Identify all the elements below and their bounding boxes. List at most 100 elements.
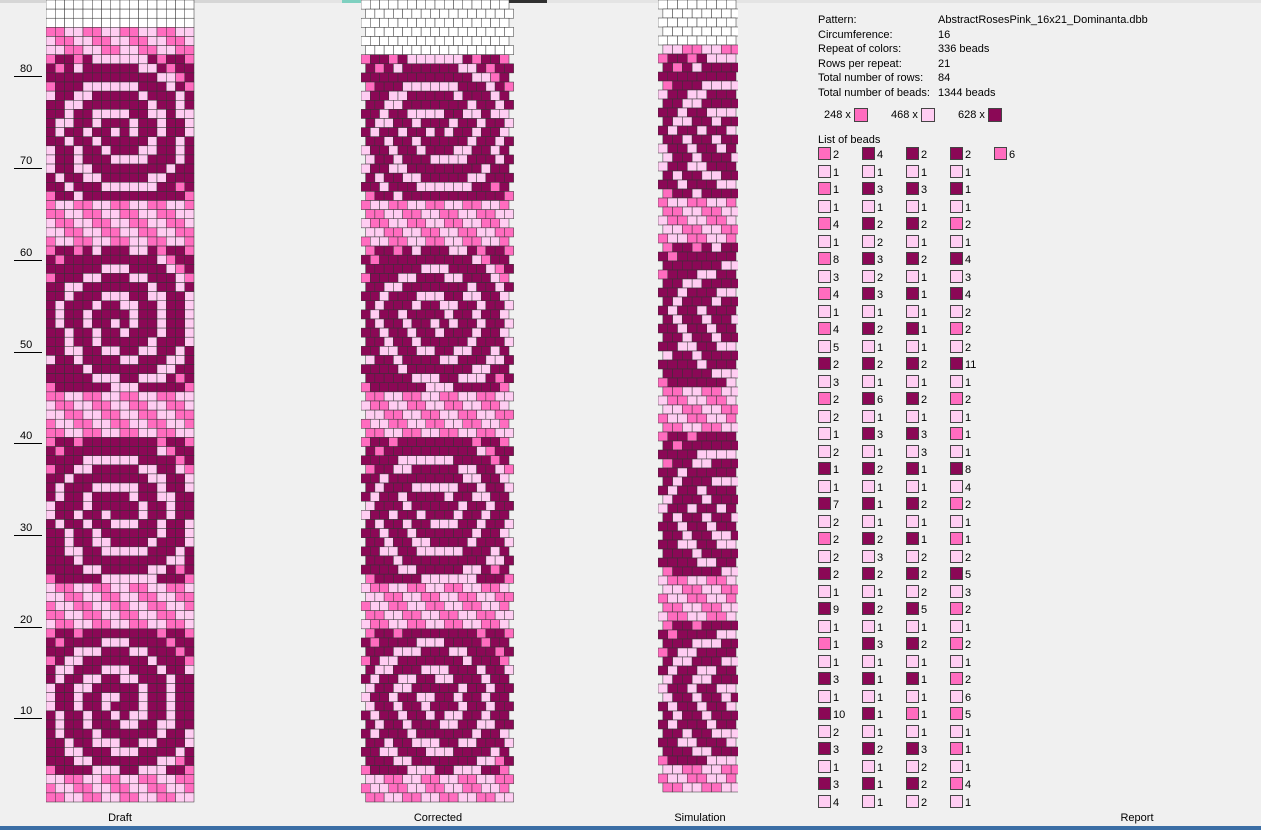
bead-cell bbox=[175, 491, 185, 502]
bead-cell bbox=[166, 191, 176, 201]
bead-cell bbox=[658, 143, 668, 154]
bead-cell bbox=[156, 373, 167, 384]
bead-cell bbox=[439, 336, 450, 347]
bead-cell bbox=[448, 610, 459, 620]
bead-cell bbox=[701, 620, 712, 631]
bead-cell bbox=[494, 482, 505, 493]
bead-cell bbox=[476, 191, 487, 201]
bead-cell bbox=[184, 209, 195, 219]
bead-cell bbox=[92, 218, 102, 229]
bead-cell bbox=[110, 674, 121, 684]
bead-cell bbox=[184, 364, 195, 374]
corrected-grid[interactable] bbox=[361, 0, 521, 812]
bead-list-entry: 1 bbox=[862, 690, 883, 705]
bead-cell bbox=[397, 182, 408, 192]
bead-cell bbox=[721, 692, 732, 703]
bead-cell bbox=[101, 437, 111, 447]
bead-cell bbox=[494, 81, 505, 92]
bead-cell bbox=[82, 747, 93, 757]
bead-cell bbox=[119, 528, 130, 538]
bead-list-entry: 1 bbox=[906, 305, 927, 320]
bead-cell bbox=[110, 519, 121, 529]
bead-cell bbox=[453, 564, 463, 575]
bead-cell bbox=[444, 17, 454, 28]
bead-cell bbox=[119, 655, 130, 666]
bead-cell bbox=[101, 282, 111, 292]
bead-cell bbox=[696, 125, 707, 136]
bead-swatch bbox=[862, 672, 875, 685]
bead-cell bbox=[147, 245, 158, 256]
bead-cell bbox=[82, 783, 93, 794]
bead-count: 3 bbox=[877, 289, 884, 301]
bead-cell bbox=[379, 674, 389, 684]
bead-cell bbox=[166, 737, 176, 748]
bead-cell bbox=[101, 145, 111, 156]
bead-cell bbox=[701, 692, 712, 703]
bead-list-entry: 2 bbox=[906, 392, 927, 407]
bead-cell bbox=[379, 309, 389, 320]
bead-cell bbox=[416, 109, 426, 119]
bead-cell bbox=[82, 63, 93, 74]
bead-cell bbox=[129, 90, 139, 101]
bead-cell bbox=[691, 170, 703, 181]
bead-cell bbox=[504, 336, 514, 347]
bead-cell bbox=[166, 336, 176, 347]
bead-count: 1 bbox=[877, 692, 884, 704]
bead-cell bbox=[64, 546, 74, 557]
bead-cell bbox=[110, 719, 121, 730]
bead-cell bbox=[462, 491, 473, 502]
bead-cell bbox=[184, 683, 195, 693]
bead-cell bbox=[711, 656, 722, 667]
bead-cell bbox=[457, 756, 468, 766]
bead-cell bbox=[393, 701, 403, 712]
bead-cell bbox=[73, 619, 84, 630]
bead-cell bbox=[388, 765, 399, 775]
bead-cell bbox=[379, 546, 389, 557]
bead-cell bbox=[504, 792, 514, 803]
bead-list-entry: 2 bbox=[862, 357, 883, 372]
bead-list-entry: 7 bbox=[818, 497, 839, 512]
bead-cell bbox=[416, 601, 426, 611]
bead-cell bbox=[425, 109, 436, 119]
bead-cell bbox=[147, 236, 158, 247]
bead-cell bbox=[129, 482, 139, 493]
bead-cell bbox=[416, 583, 426, 593]
bead-cell bbox=[467, 191, 477, 201]
bead-cell bbox=[402, 701, 413, 712]
bead-cell bbox=[416, 692, 426, 703]
bead-cell bbox=[471, 163, 482, 174]
bead-cell bbox=[156, 674, 167, 684]
bead-cell bbox=[658, 719, 668, 730]
bead-cell bbox=[82, 227, 93, 238]
bead-cell bbox=[706, 251, 717, 262]
bead-cell bbox=[504, 172, 514, 183]
draft-grid[interactable] bbox=[46, 0, 195, 812]
bead-count: 6 bbox=[965, 692, 972, 704]
bead-cell bbox=[55, 473, 65, 484]
bead-cell bbox=[402, 792, 413, 803]
bead-cell bbox=[485, 482, 496, 493]
bead-cell bbox=[691, 782, 703, 793]
bead-cell bbox=[184, 309, 195, 320]
bead-cell bbox=[379, 236, 389, 247]
bead-cell bbox=[82, 619, 93, 630]
bead-cell bbox=[383, 81, 394, 92]
bead-list-entry: 1 bbox=[906, 165, 927, 180]
bead-cell bbox=[677, 161, 688, 172]
bead-cell bbox=[110, 209, 121, 219]
bead-cell bbox=[119, 701, 130, 712]
bead-cell bbox=[156, 400, 167, 411]
ruler-tick bbox=[14, 168, 42, 169]
bead-cell bbox=[467, 136, 477, 147]
bead-cell bbox=[397, 619, 408, 630]
simulation-grid[interactable] bbox=[658, 0, 738, 804]
bead-cell bbox=[46, 45, 56, 55]
bead-cell bbox=[730, 692, 738, 703]
bead-swatch bbox=[950, 252, 963, 265]
bead-cell bbox=[402, 446, 413, 456]
bead-cell bbox=[397, 637, 408, 648]
bead-cell bbox=[453, 473, 463, 484]
bead-cell bbox=[119, 400, 130, 411]
bead-cell bbox=[92, 646, 102, 657]
bead-list-entry: 2 bbox=[950, 602, 971, 617]
